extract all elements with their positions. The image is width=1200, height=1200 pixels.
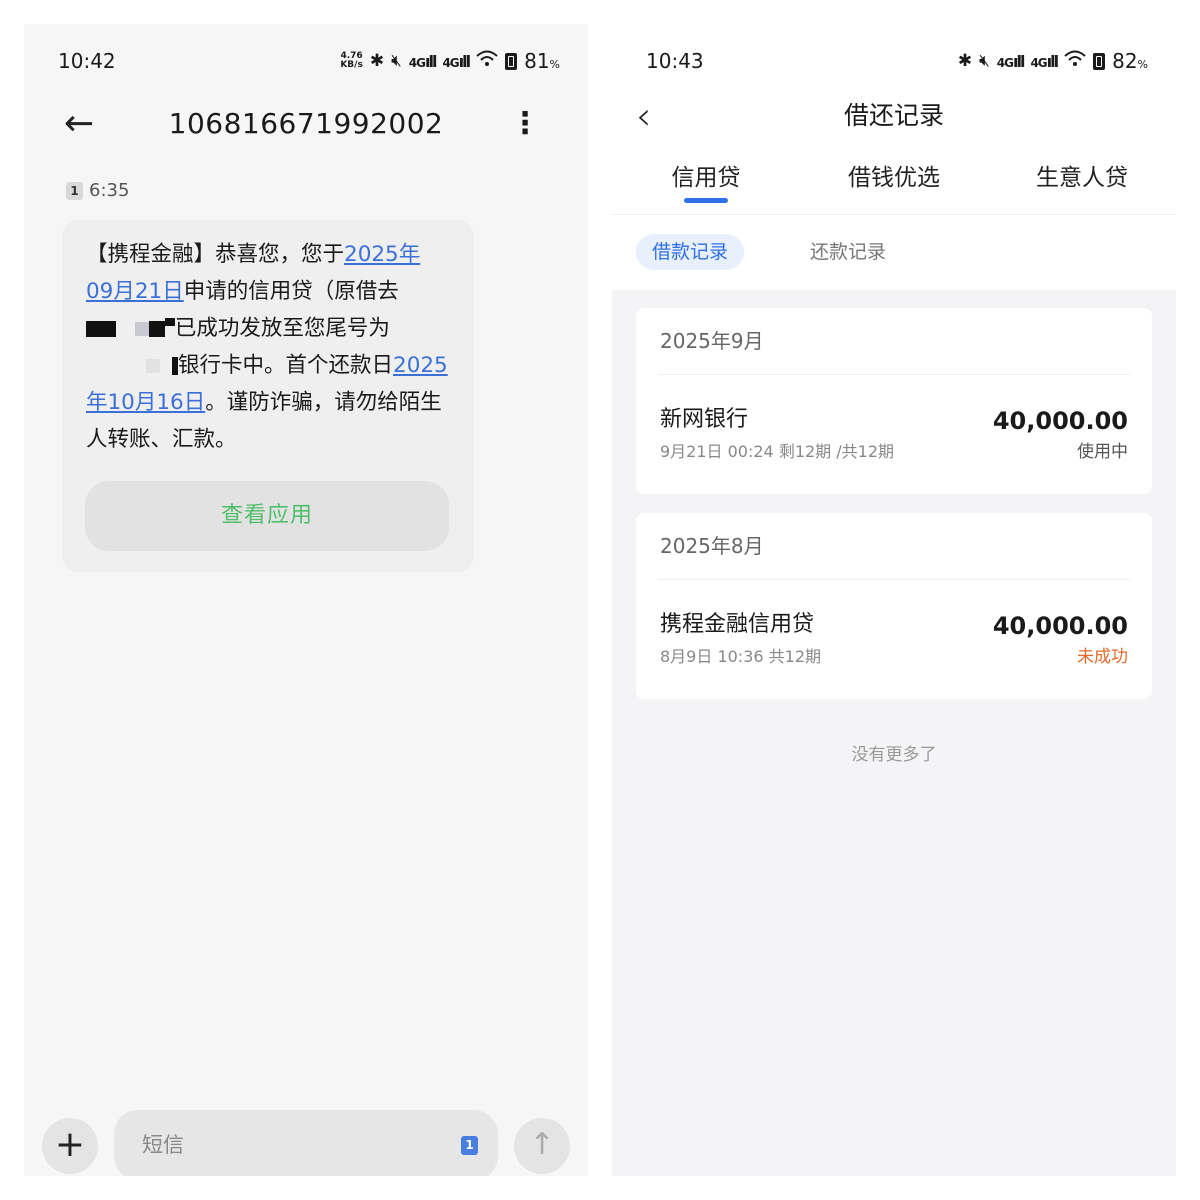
- signal-icon-2: 4Gıll: [442, 51, 471, 71]
- tab-business-loan[interactable]: 生意人贷: [1007, 158, 1157, 198]
- signal-icon-1: 4Gıll: [408, 51, 438, 71]
- sms-header: 106816671992002 ← ⋮: [24, 102, 588, 146]
- network-speed-unit: KB/s: [340, 60, 363, 70]
- status-time: 10:42: [58, 49, 116, 73]
- record-status: 未成功: [1077, 647, 1128, 667]
- record-lender: 携程金融信用贷: [660, 612, 815, 637]
- redaction-mark: [146, 359, 160, 373]
- mute-icon: 🔇︎: [391, 51, 402, 71]
- record-card[interactable]: 2025年9月 新网银行 9月21日 00:24 剩12期 /共12期 40,0…: [636, 308, 1152, 494]
- sms-screen: 10:42 4.76 KB/s ✱ 🔇︎ 4Gıll 4Gıll 81% 106…: [24, 24, 588, 1176]
- battery-icon: [505, 52, 518, 70]
- message-part: 银行卡中。首个还款日: [178, 353, 394, 378]
- wifi-icon: [1064, 50, 1086, 73]
- record-amount: 40,000.00: [992, 612, 1128, 640]
- redaction-mark: [86, 321, 116, 337]
- sms-input[interactable]: 短信 1: [114, 1110, 498, 1176]
- record-month: 2025年9月: [660, 329, 764, 353]
- message-time: 6:35: [89, 180, 130, 201]
- card-divider: [658, 374, 1130, 375]
- tab-label: 生意人贷: [1036, 165, 1128, 191]
- bluetooth-icon: ✱: [369, 51, 385, 71]
- tab-credit-loan[interactable]: 信用贷: [631, 158, 781, 203]
- message-bubble: 【携程金融】恭喜您，您于2025年 09月21日申请的信用贷（原借去 已成功发放…: [62, 220, 474, 572]
- card-divider: [658, 579, 1130, 580]
- sender-number: 106816671992002: [168, 107, 444, 140]
- network-speed: 4.76 KB/s: [340, 52, 362, 70]
- message-part: 已成功发放至您尾号为: [174, 316, 390, 341]
- status-icons: 4.76 KB/s ✱ 🔇︎ 4Gıll 4Gıll 81%: [340, 49, 560, 73]
- status-time: 10:43: [646, 49, 704, 73]
- date-link[interactable]: 09月21日: [86, 279, 184, 304]
- record-meta: 9月21日 00:24 剩12期 /共12期: [660, 442, 895, 461]
- subtab-borrow-records[interactable]: 借款记录: [636, 234, 745, 270]
- back-arrow-icon[interactable]: ←: [64, 104, 94, 144]
- battery-icon: [1093, 52, 1106, 70]
- date-link[interactable]: 2025年: [344, 242, 420, 267]
- tab-label: 信用贷: [671, 165, 741, 191]
- add-attachment-button[interactable]: +: [42, 1118, 98, 1174]
- message-part: 申请的信用贷（原借去: [183, 279, 399, 304]
- date-link[interactable]: 年10月16日: [86, 390, 205, 415]
- signal-icon-1: 4Gıll: [996, 51, 1026, 71]
- sim-badge: 1: [66, 181, 83, 200]
- wifi-icon: [476, 50, 498, 73]
- redaction-mark: [134, 322, 149, 336]
- sim-select-icon[interactable]: 1: [461, 1136, 478, 1155]
- view-app-button[interactable]: 查看应用: [85, 481, 449, 551]
- record-amount: 40,000.00: [992, 407, 1128, 435]
- back-chevron-icon[interactable]: ‹: [636, 96, 651, 136]
- status-bar: 10:43 ✱ 🔇︎ 4Gıll 4Gıll 82%: [646, 46, 1148, 76]
- signal-icon-2: 4Gıll: [1030, 51, 1059, 71]
- bluetooth-icon: ✱: [957, 51, 973, 71]
- redaction-mark: [164, 318, 175, 326]
- nav-bar: 借还记录 ‹: [612, 96, 1176, 140]
- send-button[interactable]: ↑: [514, 1118, 570, 1174]
- loan-records-screen: 10:43 ✱ 🔇︎ 4Gıll 4Gıll 82% 借还记录 ‹ 信用贷 借钱…: [612, 24, 1176, 1176]
- message-text: 【携程金融】恭喜您，您于2025年 09月21日申请的信用贷（原借去 已成功发放…: [86, 236, 458, 458]
- battery-level: 82%: [1112, 49, 1148, 73]
- record-lender: 新网银行: [660, 407, 749, 432]
- record-month: 2025年8月: [660, 534, 764, 558]
- page-title: 借还记录: [843, 101, 944, 130]
- record-status: 使用中: [1077, 442, 1128, 462]
- subtab-repay-records[interactable]: 还款记录: [794, 234, 902, 270]
- tab-label: 借钱优选: [848, 165, 940, 191]
- product-tabs: 信用贷 借钱优选 生意人贷: [612, 158, 1176, 208]
- message-part: 【携程金融】恭喜您，您于: [86, 242, 345, 267]
- no-more-text: 没有更多了: [851, 745, 937, 765]
- compose-bar: + 短信 1 ↑: [24, 1110, 588, 1176]
- more-vertical-icon[interactable]: ⋮: [510, 106, 540, 142]
- status-icons: ✱ 🔇︎ 4Gıll 4Gıll 82%: [958, 49, 1148, 73]
- battery-level: 81%: [524, 49, 560, 73]
- message-timestamp-row: 1 6:35: [66, 180, 129, 201]
- tabs-divider: [612, 214, 1176, 215]
- date-link[interactable]: 2025: [393, 353, 448, 378]
- status-bar: 10:42 4.76 KB/s ✱ 🔇︎ 4Gıll 4Gıll 81%: [58, 46, 560, 76]
- redaction-mark: [148, 321, 165, 337]
- active-tab-indicator: [684, 198, 728, 203]
- mute-icon: 🔇︎: [979, 51, 990, 71]
- record-card[interactable]: 2025年8月 携程金融信用贷 8月9日 10:36 共12期 40,000.0…: [636, 513, 1152, 699]
- sms-input-placeholder: 短信: [142, 1133, 184, 1157]
- record-meta: 8月9日 10:36 共12期: [660, 647, 822, 666]
- tab-borrow-select[interactable]: 借钱优选: [819, 158, 969, 198]
